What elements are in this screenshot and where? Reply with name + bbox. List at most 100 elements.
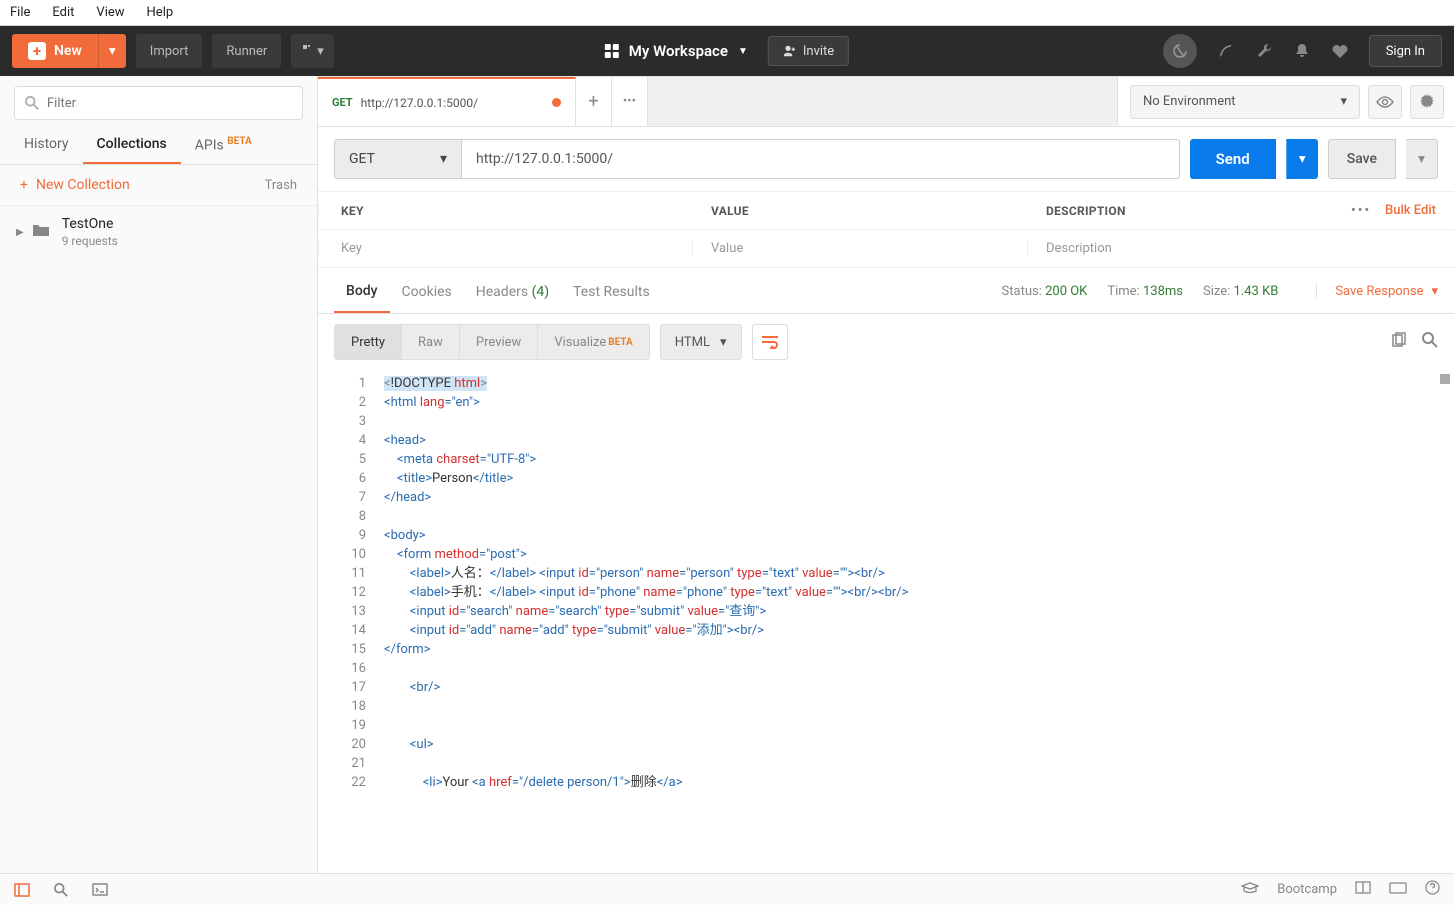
time-label: Time: — [1107, 284, 1139, 299]
response-status: Status: 200 OK Time: 138ms Size: 1.43 KB… — [1002, 284, 1438, 299]
col-value: VALUE — [693, 204, 1028, 218]
params-row[interactable]: Key Value Description — [318, 230, 1454, 268]
view-toolbar: Pretty Raw Preview Visualize BETA HTML▾ — [318, 314, 1454, 370]
resp-tab-body[interactable]: Body — [334, 271, 390, 313]
collection-text: TestOne 9 requests — [62, 216, 118, 248]
tab-history[interactable]: History — [10, 126, 83, 164]
menu-edit[interactable]: Edit — [52, 5, 74, 20]
heart-icon[interactable] — [1331, 42, 1349, 60]
tab-collections[interactable]: Collections — [83, 126, 181, 164]
method-select[interactable]: GET▾ — [334, 139, 462, 179]
size-value: 1.43 KB — [1234, 284, 1279, 299]
signin-button[interactable]: Sign In — [1369, 35, 1442, 67]
satellite-icon[interactable] — [1217, 42, 1235, 60]
grid-icon — [605, 44, 619, 58]
find-icon[interactable] — [54, 883, 68, 897]
menu-view[interactable]: View — [96, 5, 124, 20]
environment-area: No Environment▾ — [1117, 77, 1454, 126]
trash-link[interactable]: Trash — [265, 178, 297, 193]
wrench-icon[interactable] — [1255, 42, 1273, 60]
collection-sub: 9 requests — [62, 234, 118, 248]
filter-input[interactable] — [47, 96, 292, 111]
resp-tab-headers[interactable]: Headers (4) — [464, 272, 561, 312]
new-tab-button[interactable]: + — [576, 77, 612, 126]
dots-icon: ••• — [623, 94, 636, 109]
gear-icon — [1419, 94, 1435, 110]
filter-box[interactable] — [14, 86, 303, 120]
bootcamp-link[interactable]: Bootcamp — [1277, 882, 1337, 897]
view-raw[interactable]: Raw — [402, 325, 460, 359]
copy-icon[interactable] — [1390, 332, 1406, 352]
new-dropdown[interactable]: ▾ — [98, 34, 126, 68]
folder-icon — [32, 223, 50, 241]
resp-tab-tests[interactable]: Test Results — [561, 272, 662, 312]
send-dropdown[interactable]: ▾ — [1286, 139, 1318, 179]
view-visualize[interactable]: Visualize BETA — [538, 325, 648, 359]
dots-icon[interactable]: ••• — [1351, 203, 1371, 218]
response-body[interactable]: 12345678910111213141516171819202122 <!DO… — [318, 370, 1454, 873]
chevron-down-icon: ▾ — [1431, 284, 1438, 299]
menubar: File Edit View Help — [0, 0, 1454, 26]
chevron-down-icon: ▼ — [738, 46, 748, 57]
wrap-icon — [761, 335, 779, 349]
request-tab[interactable]: GET http://127.0.0.1:5000/ — [318, 77, 576, 126]
keyboard-icon[interactable] — [1389, 882, 1407, 898]
sync-disabled-icon[interactable] — [1163, 34, 1197, 68]
menu-help[interactable]: Help — [147, 5, 174, 20]
help-icon[interactable] — [1425, 880, 1440, 899]
bulk-edit-link[interactable]: Bulk Edit — [1385, 203, 1436, 218]
save-response-button[interactable]: Save Response ▾ — [1316, 284, 1438, 299]
format-select[interactable]: HTML▾ — [660, 324, 742, 360]
collection-name: TestOne — [62, 216, 118, 232]
code-lines: <!DOCTYPE html> <html lang="en"> <head> … — [376, 370, 1454, 873]
wrap-lines-button[interactable] — [752, 324, 788, 360]
runner-button[interactable]: Runner — [212, 34, 281, 68]
new-collection-button[interactable]: +New Collection — [20, 177, 130, 193]
environment-settings-button[interactable] — [1410, 85, 1444, 119]
learning-icon[interactable] — [1241, 882, 1259, 898]
invite-button[interactable]: Invite — [768, 36, 849, 66]
response-tabs: Body Cookies Headers (4) Test Results St… — [318, 270, 1454, 314]
view-pretty[interactable]: Pretty — [335, 325, 402, 359]
param-desc-input[interactable]: Description — [1028, 241, 1454, 256]
bell-icon[interactable] — [1293, 42, 1311, 60]
resp-tab-cookies[interactable]: Cookies — [390, 272, 464, 312]
console-icon[interactable] — [92, 883, 108, 896]
url-input[interactable] — [462, 139, 1180, 179]
url-row: GET▾ Send ▾ Save ▾ — [318, 127, 1454, 192]
tab-apis[interactable]: APIs BETA — [181, 126, 266, 164]
statusbar: Bootcamp — [0, 873, 1454, 905]
status-value: 200 OK — [1045, 284, 1087, 299]
chevron-down-icon: ▾ — [720, 335, 727, 350]
send-button[interactable]: Send — [1190, 139, 1276, 179]
environment-preview-button[interactable] — [1368, 85, 1402, 119]
search-icon — [25, 96, 39, 110]
search-response-icon[interactable] — [1422, 332, 1438, 352]
tab-options-button[interactable]: ••• — [612, 77, 648, 126]
menu-file[interactable]: File — [10, 5, 30, 20]
collection-item[interactable]: ▶ TestOne 9 requests — [0, 206, 317, 258]
capture-button[interactable]: ▾ — [291, 34, 334, 68]
new-button[interactable]: +New — [12, 34, 98, 68]
param-key-input[interactable]: Key — [318, 241, 693, 256]
beta-badge: BETA — [608, 337, 633, 348]
import-button[interactable]: Import — [136, 34, 203, 68]
save-button[interactable]: Save — [1328, 139, 1396, 179]
view-preview[interactable]: Preview — [460, 325, 538, 359]
beta-badge: BETA — [227, 136, 252, 147]
param-value-input[interactable]: Value — [693, 241, 1028, 256]
eye-icon — [1376, 96, 1394, 108]
plus-icon: + — [28, 42, 46, 60]
header-count: (4) — [532, 284, 550, 300]
save-dropdown[interactable]: ▾ — [1406, 139, 1438, 179]
workspace-selector[interactable]: My Workspace ▼ Invite — [605, 36, 849, 66]
view-mode-group: Pretty Raw Preview Visualize BETA — [334, 324, 650, 360]
sidebar-toggle-icon[interactable] — [14, 883, 30, 897]
bulk-area: ••• Bulk Edit — [1351, 203, 1454, 218]
environment-select[interactable]: No Environment▾ — [1130, 85, 1360, 119]
layout-icon[interactable] — [1355, 881, 1371, 898]
workspace-label: My Workspace — [629, 42, 728, 60]
status-label: Status: — [1002, 284, 1042, 299]
chevron-down-icon: ▾ — [440, 151, 447, 167]
view-right — [1390, 332, 1438, 352]
